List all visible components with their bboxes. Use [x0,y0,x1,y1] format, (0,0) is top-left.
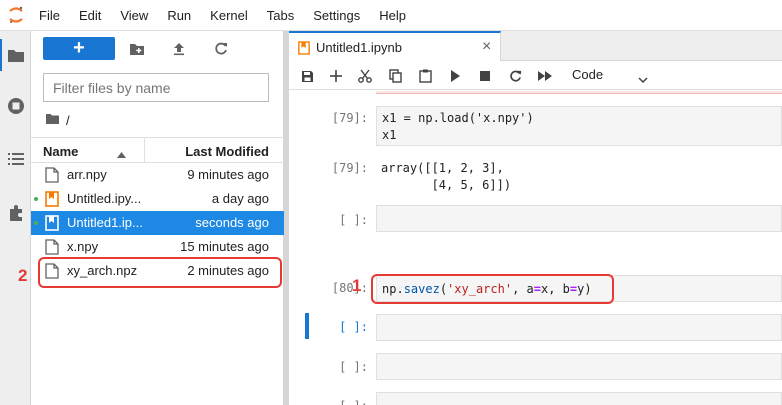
code-cell-input[interactable] [376,353,782,380]
filter-files-input[interactable] [44,74,268,101]
running-indicator [34,197,38,201]
filter-files-field[interactable] [43,73,269,102]
menu-edit[interactable]: Edit [79,8,101,23]
file-icon [45,239,59,255]
file-icon [45,167,59,183]
file-name: x.npy [67,239,99,254]
folder-icon[interactable] [0,39,31,71]
file-list-header: Name Last Modified [31,137,284,163]
cell-prompt: [ ]: [339,320,368,334]
output-line: array([[1, 2, 3], [381,161,504,175]
annotation-number-1: 1 [352,276,362,295]
menu-help[interactable]: Help [379,8,406,23]
menu-kernel[interactable]: Kernel [210,8,248,23]
code-cell-input[interactable] [376,392,782,405]
code-line: x1 [382,128,397,142]
stop-icon[interactable] [476,67,494,85]
annotation-highlight-box-1 [371,274,614,304]
annotation-number-2: 2 [18,266,28,285]
breadcrumb: / [45,111,70,129]
chevron-down-icon [638,71,648,86]
file-row-x-npy[interactable]: x.npy 15 minutes ago [31,235,284,259]
code-line: x1 = np.load('x.npy') [382,111,534,125]
running-icon[interactable] [0,90,31,122]
cell-prompt: [ ]: [298,399,368,405]
notebook-cells: [79]: x1 = np.load('x.npy') x1 [79]: arr… [289,91,782,405]
notebook-icon [45,191,59,207]
menu-file[interactable]: File [39,8,60,23]
file-name: arr.npy [67,167,107,182]
menu-settings[interactable]: Settings [313,8,360,23]
file-modified: a day ago [211,191,269,206]
code-cell-input[interactable] [376,205,782,232]
file-row-untitled-ipynb[interactable]: Untitled.ipy... a day ago [31,187,284,211]
file-browser-toolbar: + [31,31,284,67]
copy-icon[interactable] [386,67,404,85]
file-row-untitled1-ipynb[interactable]: Untitled1.ip... seconds ago [31,211,284,235]
column-name[interactable]: Name [43,144,78,159]
fast-forward-icon[interactable] [536,67,554,85]
file-row-arr-npy[interactable]: arr.npy 9 minutes ago [31,163,284,187]
toc-icon[interactable] [0,143,31,175]
close-icon[interactable]: × [482,39,491,55]
clipped-markdown-cell [376,91,782,94]
output-prompt: [79]: [331,161,368,175]
refresh-icon[interactable] [209,37,233,61]
tab-bar: Untitled1.ipynb × [289,31,782,62]
annotation-highlight-box-2 [38,257,282,288]
left-sidebar [0,31,31,405]
menu-bar: File Edit View Run Kernel Tabs Settings … [0,0,782,31]
notebook-icon [45,215,59,231]
file-name: Untitled.ipy... [67,191,142,206]
cell-prompt: [79]: [331,111,368,125]
new-launcher-button[interactable]: + [43,37,115,60]
notebook-toolbar: Code [289,61,782,90]
menu-view[interactable]: View [120,8,148,23]
paste-icon[interactable] [416,67,434,85]
jupyter-logo-icon [0,0,32,31]
code-cell-input[interactable]: x1 = np.load('x.npy') x1 [376,106,782,146]
run-icon[interactable] [446,67,464,85]
file-name: Untitled1.ip... [67,215,143,230]
file-browser: + / Name Last Modified arr.npy 9 minutes… [31,31,284,405]
sort-up-icon[interactable] [117,146,126,161]
menu-tabs[interactable]: Tabs [267,8,294,23]
file-modified: 9 minutes ago [187,167,269,182]
cut-icon[interactable] [356,67,374,85]
menu-run[interactable]: Run [167,8,191,23]
file-modified: 15 minutes ago [180,239,269,254]
notebook-icon [298,41,310,55]
upload-icon[interactable] [167,37,191,61]
restart-icon[interactable] [506,67,524,85]
cell-type-value: Code [572,67,604,82]
notebook-panel: Untitled1.ipynb × Code [79]: x1 = np.loa… [289,31,782,405]
column-last-modified[interactable]: Last Modified [185,144,269,159]
new-folder-icon[interactable] [125,37,149,61]
tab-title: Untitled1.ipynb [316,40,402,55]
breadcrumb-root[interactable]: / [66,113,70,128]
extension-icon[interactable] [0,197,31,229]
output-line: [4, 5, 6]]) [381,178,512,192]
code-cell-input[interactable] [376,314,782,341]
cell-prompt: [ ]: [339,360,368,374]
tab-untitled1[interactable]: Untitled1.ipynb × [289,31,501,62]
running-indicator [34,221,38,225]
cell-prompt: [ ]: [339,213,368,227]
column-divider[interactable] [144,138,145,162]
add-cell-icon[interactable] [327,67,345,85]
breadcrumb-folder-icon[interactable] [45,113,60,128]
cell-type-select[interactable]: Code [572,66,652,85]
file-modified: seconds ago [195,215,269,230]
save-icon[interactable] [298,67,316,85]
